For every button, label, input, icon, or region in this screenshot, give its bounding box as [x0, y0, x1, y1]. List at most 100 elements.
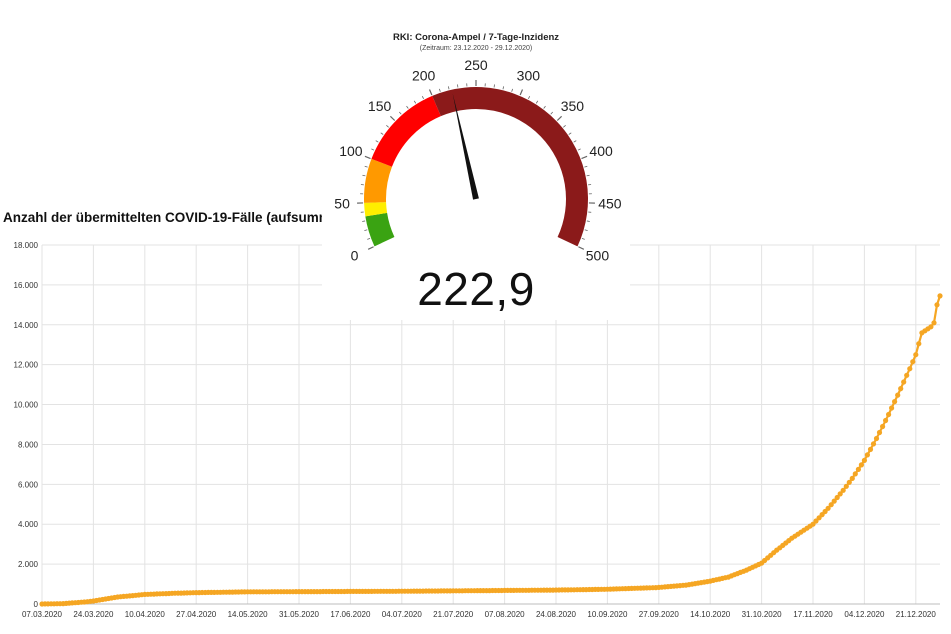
x-tick-label: 14.05.2020: [228, 610, 269, 619]
gauge-tick: [577, 148, 581, 151]
gauge-tick: [578, 246, 585, 250]
data-point: [883, 417, 889, 424]
x-tick-label: 27.04.2020: [176, 610, 217, 619]
x-tick-label: 10.09.2020: [587, 610, 628, 619]
gauge-tick: [371, 148, 375, 151]
gauge-band: [365, 212, 395, 247]
gauge-band: [364, 158, 392, 203]
gauge-tick: [364, 165, 368, 168]
y-tick-label: 2.000: [18, 560, 39, 569]
gauge-tick: [502, 86, 505, 90]
gauge-tick-label: 150: [368, 98, 392, 114]
x-tick-label: 27.09.2020: [639, 610, 680, 619]
gauge-tick-label: 450: [598, 196, 622, 212]
gauge-tick-label: 400: [589, 143, 613, 159]
y-tick-label: 18.000: [14, 241, 39, 250]
x-tick-label: 24.08.2020: [536, 610, 577, 619]
gauge-tick: [406, 105, 409, 109]
y-tick-label: 16.000: [14, 281, 39, 290]
data-point: [916, 341, 922, 347]
data-point: [907, 366, 913, 372]
data-point: [861, 457, 868, 463]
data-point: [864, 452, 871, 458]
gauge-tick: [584, 165, 588, 168]
x-tick-label: 10.04.2020: [125, 610, 166, 619]
gauge-tick-label: 350: [561, 98, 585, 114]
data-point: [886, 411, 892, 418]
data-point: [913, 352, 919, 358]
gauge-tick: [527, 96, 531, 100]
gauge-tick: [511, 88, 513, 92]
line-chart-title: Anzahl der übermittelten COVID-19-Fälle …: [3, 210, 357, 225]
y-tick-label: 14.000: [14, 321, 39, 330]
x-tick-label: 21.12.2020: [896, 610, 937, 619]
gauge-tick: [568, 132, 572, 135]
data-point: [934, 302, 940, 308]
gauge-tick: [519, 89, 524, 96]
x-tick-label: 14.10.2020: [690, 610, 731, 619]
y-tick-label: 6.000: [18, 480, 39, 489]
data-point: [901, 379, 907, 385]
gauge-tick: [389, 115, 396, 121]
x-tick-label: 21.07.2020: [433, 610, 474, 619]
y-tick-label: 12.000: [14, 361, 39, 370]
gauge-tick-label: 300: [517, 68, 541, 84]
gauge-tick: [375, 140, 379, 143]
series-line: [41, 295, 942, 606]
data-point: [931, 320, 937, 326]
gauge-tick: [581, 238, 585, 240]
gauge-value: 222,9: [417, 263, 535, 315]
gauge-tick: [362, 174, 366, 177]
gauge-tick: [447, 86, 450, 90]
gauge-tick: [586, 174, 590, 177]
data-point: [898, 386, 904, 392]
data-point: [867, 446, 874, 452]
data-point: [910, 359, 916, 365]
y-tick-label: 4.000: [18, 520, 39, 529]
gauge-tick: [543, 105, 546, 109]
data-point: [873, 435, 880, 442]
y-tick-label: 8.000: [18, 440, 39, 449]
gauge-bands: [364, 86, 588, 247]
gauge-tick: [364, 155, 371, 160]
data-point: [895, 392, 901, 398]
gauge-tick: [428, 89, 433, 96]
gauge-tick: [573, 140, 577, 143]
x-tick-label: 04.07.2020: [382, 610, 423, 619]
gauge-tick: [584, 229, 588, 231]
y-tick-label: 10.000: [14, 401, 39, 410]
data-point: [870, 441, 877, 447]
x-tick-label: 04.12.2020: [844, 610, 885, 619]
data-point: [880, 423, 886, 430]
data-point: [892, 399, 898, 405]
x-tick-label: 07.08.2020: [485, 610, 526, 619]
data-point: [849, 475, 855, 481]
series-points: [39, 293, 943, 607]
x-tick-label: 17.06.2020: [330, 610, 371, 619]
x-tick-label: 31.10.2020: [742, 610, 783, 619]
gauge-tick-label: 200: [412, 68, 436, 84]
data-point: [852, 471, 858, 477]
gauge-tick: [367, 238, 371, 240]
gauge-tick: [386, 125, 389, 128]
gauge-tick: [535, 100, 539, 104]
gauge-tick-label: 50: [334, 196, 350, 212]
gauge-tick: [367, 246, 374, 250]
y-tick-label: 0: [34, 600, 39, 609]
x-tick-label: 17.11.2020: [793, 610, 833, 619]
gauge-tick: [364, 229, 368, 231]
gauge-tick: [586, 220, 590, 222]
data-point: [937, 293, 943, 299]
x-tick-label: 07.03.2020: [22, 610, 63, 619]
gauge-tick: [380, 132, 384, 135]
gauge-tick: [581, 155, 588, 160]
gauge-tick: [413, 100, 417, 104]
data-point: [889, 405, 895, 411]
x-tick-label: 24.03.2020: [73, 610, 114, 619]
data-point: [855, 466, 862, 472]
gauge-tick: [563, 125, 566, 128]
gauge-tick-label: 100: [339, 143, 363, 159]
gauge-tick: [556, 115, 563, 121]
gauge-tick: [362, 220, 366, 222]
data-point: [876, 429, 883, 436]
